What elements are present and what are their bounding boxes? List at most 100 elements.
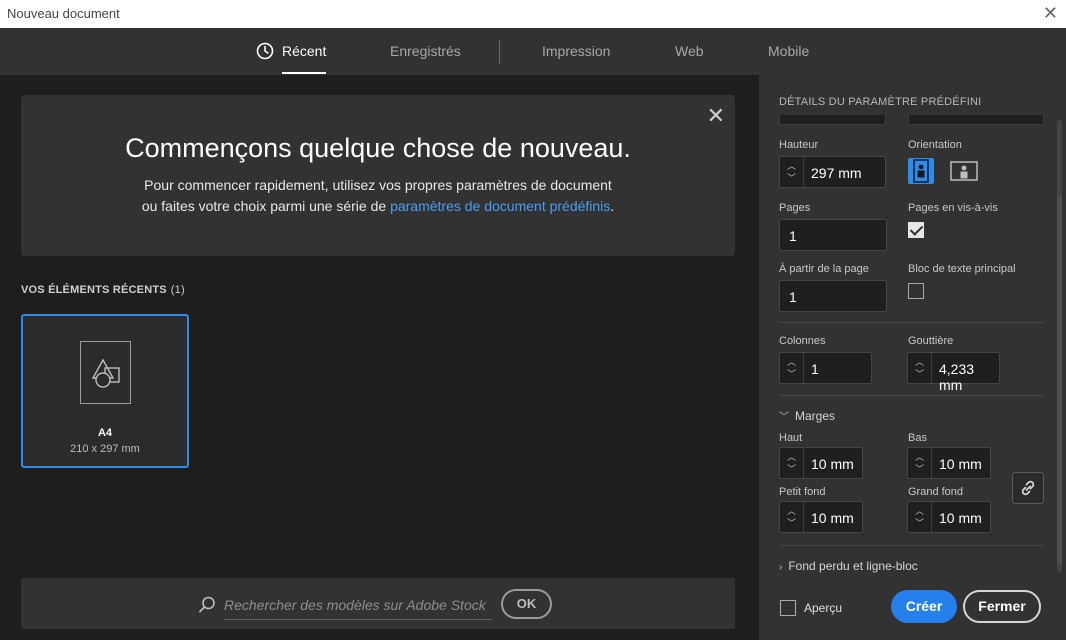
close-icon[interactable]: ✕: [707, 103, 725, 129]
chevron-up-icon[interactable]: ︿: [787, 358, 796, 367]
margins-label: Marges: [795, 409, 836, 423]
bottom-margin-field[interactable]: ︿ ﹀ 10 mm: [907, 447, 991, 479]
outside-margin-stepper[interactable]: ︿ ﹀: [908, 502, 932, 532]
primary-text-frame-label: Bloc de texte principal: [908, 263, 1016, 275]
inside-margin-stepper[interactable]: ︿ ﹀: [780, 502, 804, 532]
chevron-down-icon: ﹀: [779, 412, 789, 423]
link-margins-button[interactable]: [1012, 472, 1044, 504]
chevron-down-icon[interactable]: ﹀: [787, 519, 796, 528]
stock-search-bar: OK: [21, 578, 735, 629]
search-ok-button[interactable]: OK: [501, 589, 552, 619]
chevron-up-icon[interactable]: ︿: [787, 162, 796, 171]
primary-text-frame-checkbox[interactable]: [908, 283, 924, 299]
outside-margin-label: Grand fond: [908, 486, 964, 498]
welcome-banner: ✕ Commençons quelque chose de nouveau. P…: [21, 95, 735, 256]
columns-field[interactable]: ︿ ﹀ 1: [779, 352, 872, 384]
landscape-orientation-button[interactable]: [949, 158, 978, 184]
portrait-orientation-button[interactable]: [908, 158, 934, 184]
recent-items-count: (1): [170, 284, 185, 296]
document-shapes-icon: [80, 341, 131, 404]
chevron-down-icon[interactable]: ﹀: [915, 465, 924, 474]
columns-stepper[interactable]: ︿ ﹀: [780, 353, 804, 383]
facing-pages-label: Pages en vis-à-vis: [908, 202, 998, 214]
search-icon: [199, 596, 215, 613]
chevron-up-icon[interactable]: ︿: [915, 453, 924, 462]
inside-margin-field[interactable]: ︿ ﹀ 10 mm: [779, 501, 863, 533]
recent-item-size: 210 x 297 mm: [70, 443, 140, 455]
height-field[interactable]: ︿ ﹀ 297 mm: [779, 156, 886, 188]
height-stepper[interactable]: ︿ ﹀: [780, 157, 804, 187]
tab-saved[interactable]: Enregistrés: [390, 28, 461, 75]
tab-recent[interactable]: Récent: [256, 28, 327, 75]
close-button[interactable]: Fermer: [963, 590, 1041, 623]
pages-value: 1: [789, 228, 797, 244]
preset-settings-link[interactable]: paramètres de document prédéfinis: [390, 198, 610, 214]
chevron-down-icon[interactable]: ﹀: [915, 519, 924, 528]
divider: [779, 322, 1044, 323]
active-tab-underline: [282, 72, 327, 74]
facing-pages-checkbox[interactable]: [908, 222, 924, 238]
preset-details-header: DÉTAILS DU PARAMÈTRE PRÉDÉFINI: [779, 96, 982, 108]
bleed-slug-label: Fond perdu et ligne-bloc: [788, 559, 918, 573]
start-page-field[interactable]: 1: [779, 280, 887, 312]
gutter-label: Gouttière: [908, 335, 954, 347]
recent-items-header: VOS ÉLÉMENTS RÉCENTS (1): [21, 284, 185, 296]
close-icon[interactable]: ✕: [1043, 3, 1058, 23]
banner-text-suffix: .: [610, 198, 615, 214]
top-margin-label: Haut: [779, 432, 803, 444]
tab-mobile[interactable]: Mobile: [768, 28, 809, 75]
divider: [779, 545, 1044, 546]
units-field-clipped[interactable]: [908, 115, 1044, 125]
tab-print[interactable]: Impression: [542, 28, 610, 75]
top-margin-stepper[interactable]: ︿ ﹀: [780, 448, 804, 478]
bottom-margin-stepper[interactable]: ︿ ﹀: [908, 448, 932, 478]
pages-field[interactable]: 1: [779, 219, 887, 251]
width-field-clipped[interactable]: [779, 115, 886, 125]
tab-bar: Récent Enregistrés Impression Web Mobile: [0, 28, 1066, 75]
portrait-icon: [913, 159, 929, 183]
bleed-slug-section-toggle[interactable]: › Fond perdu et ligne-bloc: [779, 559, 918, 573]
chevron-down-icon[interactable]: ﹀: [915, 370, 924, 379]
outside-margin-value: 10 mm: [939, 510, 982, 526]
banner-text-prefix: ou faites votre choix parmi une série de: [141, 198, 391, 214]
chevron-down-icon[interactable]: ﹀: [787, 370, 796, 379]
link-icon: [1021, 480, 1035, 496]
banner-heading: Commençons quelque chose de nouveau.: [125, 133, 631, 163]
margins-section-toggle[interactable]: ﹀ Marges: [779, 408, 835, 423]
scrollbar-thumb[interactable]: [1057, 195, 1062, 565]
bottom-margin-label: Bas: [908, 432, 927, 444]
columns-label: Colonnes: [779, 335, 826, 347]
top-margin-field[interactable]: ︿ ﹀ 10 mm: [779, 447, 863, 479]
tab-recent-label: Récent: [282, 43, 327, 59]
create-button[interactable]: Créer: [891, 590, 957, 623]
gutter-field[interactable]: ︿ ﹀ 4,233 mm: [907, 352, 1000, 393]
recent-items-title: VOS ÉLÉMENTS RÉCENTS: [21, 284, 167, 296]
recent-item-name: A4: [97, 427, 113, 439]
chevron-up-icon[interactable]: ︿: [787, 453, 796, 462]
preview-checkbox[interactable]: [780, 600, 796, 616]
height-value: 297 mm: [811, 165, 862, 181]
gutter-stepper[interactable]: ︿ ﹀: [908, 353, 932, 383]
bottom-margin-value: 10 mm: [939, 456, 982, 472]
chevron-up-icon[interactable]: ︿: [787, 507, 796, 516]
orientation-label: Orientation: [908, 139, 962, 151]
stock-search-input[interactable]: [224, 590, 492, 620]
outside-margin-field[interactable]: ︿ ﹀ 10 mm: [907, 501, 991, 533]
preset-details-panel: DÉTAILS DU PARAMÈTRE PRÉDÉFINI Hauteur ︿…: [759, 75, 1066, 640]
columns-value: 1: [811, 361, 819, 377]
chevron-down-icon[interactable]: ﹀: [787, 465, 796, 474]
recent-item-card[interactable]: A4 210 x 297 mm: [21, 314, 189, 468]
height-label: Hauteur: [779, 139, 819, 151]
preview-label: Aperçu: [804, 601, 843, 615]
pages-label: Pages: [779, 202, 811, 214]
main-area: ✕ Commençons quelque chose de nouveau. P…: [0, 75, 759, 640]
chevron-up-icon[interactable]: ︿: [915, 358, 924, 367]
chevron-down-icon[interactable]: ﹀: [787, 174, 796, 183]
tab-web[interactable]: Web: [675, 28, 704, 75]
landscape-icon: [950, 161, 978, 181]
divider: [779, 395, 1044, 396]
chevron-up-icon[interactable]: ︿: [915, 507, 924, 516]
window-title: Nouveau document: [7, 6, 120, 21]
chevron-right-icon: ›: [779, 562, 783, 573]
panel-scrollbar[interactable]: [1057, 120, 1062, 572]
